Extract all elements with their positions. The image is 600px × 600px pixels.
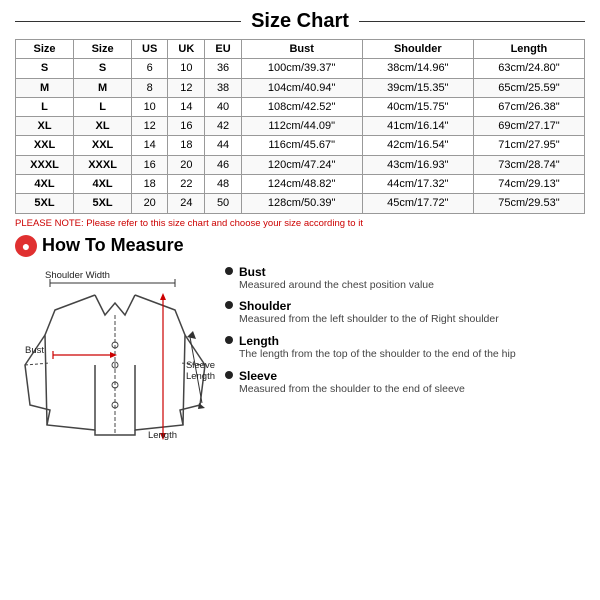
bullet-icon [225, 267, 233, 275]
table-row: XLXL121642112cm/44.09"41cm/16.14"69cm/27… [16, 117, 585, 136]
measure-title: Length [239, 334, 516, 348]
htms-title-text: How To Measure [42, 235, 184, 256]
page-title: Size Chart [241, 10, 359, 33]
measure-item: Sleeve Measured from the shoulder to the… [225, 369, 585, 397]
table-row: XXLXXL141844116cm/45.67"42cm/16.54"71cm/… [16, 136, 585, 155]
table-row: SS61036100cm/39.37"38cm/14.96"63cm/24.80… [16, 59, 585, 78]
table-row: XXXLXXXL162046120cm/47.24"43cm/16.93"73c… [16, 155, 585, 174]
size-chart-table: SizeSizeUSUKEUBustShoulderLength SS61036… [15, 39, 585, 214]
table-row: LL101440108cm/42.52"40cm/15.75"67cm/26.3… [16, 97, 585, 116]
label-shoulder-width: Shoulder Width [45, 270, 110, 281]
title-line-right [359, 21, 585, 22]
measure-item: Length The length from the top of the sh… [225, 334, 585, 362]
how-to-measure-section: ● How To Measure Shoulder Width [15, 235, 585, 443]
htms-icon: ● [15, 235, 37, 257]
measure-item: Shoulder Measured from the left shoulder… [225, 299, 585, 327]
measure-desc: Measured from the left shoulder to the o… [239, 313, 499, 325]
bullet-icon [225, 336, 233, 344]
table-row: 5XL5XL202450128cm/50.39"45cm/17.72"75cm/… [16, 194, 585, 213]
measure-title: Bust [239, 265, 434, 279]
table-row: MM81238104cm/40.94"39cm/15.35"65cm/25.59… [16, 78, 585, 97]
measure-desc: The length from the top of the shoulder … [239, 348, 516, 360]
measure-list: Bust Measured around the chest position … [225, 265, 585, 443]
title-line-left [15, 21, 241, 22]
htms-body: Shoulder Width [15, 265, 585, 443]
measure-title: Sleeve [239, 369, 465, 383]
jacket-illustration: Shoulder Width [15, 265, 215, 443]
label-bust: Bust [25, 345, 44, 356]
table-row: 4XL4XL182248124cm/48.82"44cm/17.32"74cm/… [16, 175, 585, 194]
measure-desc: Measured from the shoulder to the end of… [239, 383, 465, 395]
bullet-icon [225, 301, 233, 309]
how-to-measure-title: ● How To Measure [15, 235, 585, 257]
measure-title: Shoulder [239, 299, 499, 313]
label-length: Length [148, 430, 177, 441]
page: Size Chart SizeSizeUSUKEUBustShoulderLen… [0, 0, 600, 600]
note-text: PLEASE NOTE: Please refer to this size c… [15, 218, 585, 229]
title-row: Size Chart [15, 10, 585, 33]
measure-item: Bust Measured around the chest position … [225, 265, 585, 293]
label-sleeve-length: SleeveLength [186, 360, 215, 383]
jacket-svg [15, 265, 215, 440]
bullet-icon [225, 371, 233, 379]
table-header-row: SizeSizeUSUKEUBustShoulderLength [16, 40, 585, 59]
measure-desc: Measured around the chest position value [239, 279, 434, 291]
